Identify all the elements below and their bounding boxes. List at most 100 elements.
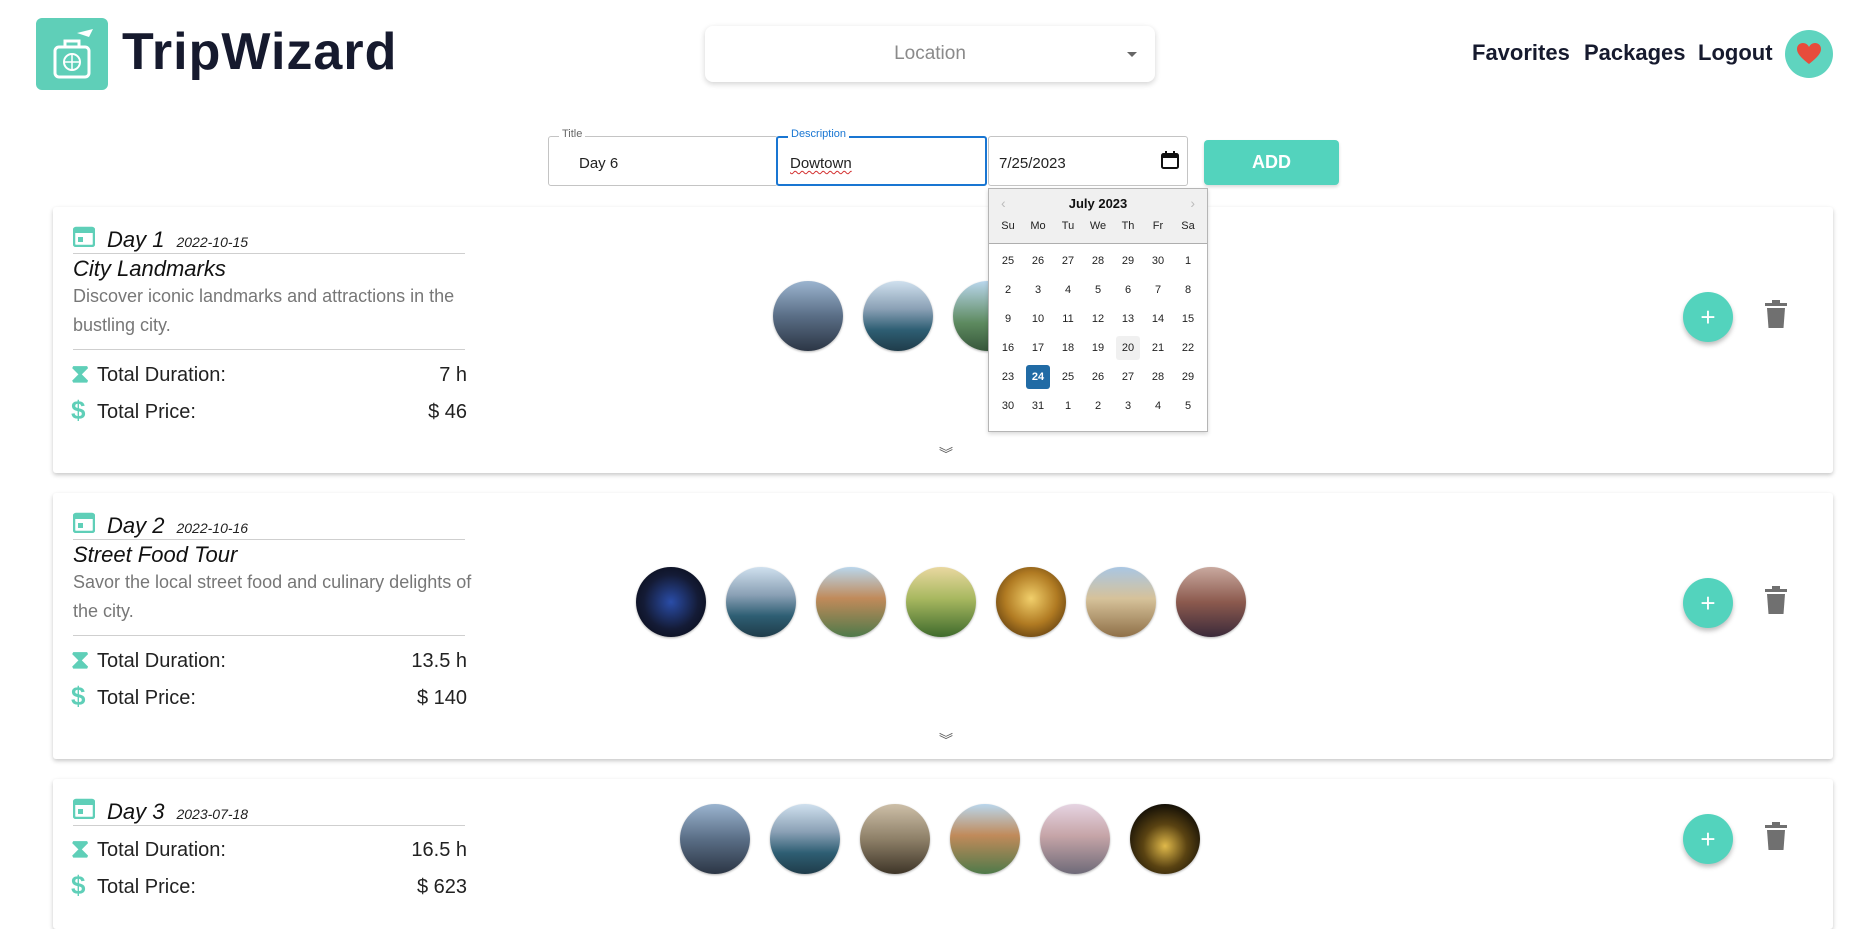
- weekday-label: Th: [1121, 220, 1135, 232]
- calendar-icon: [73, 226, 95, 247]
- title-field[interactable]: Title Day 6: [548, 128, 778, 186]
- calendar-icon[interactable]: [1161, 151, 1179, 169]
- calendar-day[interactable]: 16: [996, 336, 1020, 360]
- calendar-day[interactable]: 29: [1176, 365, 1200, 389]
- calendar-day[interactable]: 27: [1056, 249, 1080, 273]
- add-activity-button[interactable]: +: [1683, 578, 1733, 628]
- add-button[interactable]: ADD: [1204, 140, 1339, 185]
- calendar-day[interactable]: 4: [1146, 394, 1170, 418]
- calendar-day[interactable]: 1: [1176, 249, 1200, 273]
- description-field[interactable]: Description Dowtown: [776, 128, 987, 186]
- luggage-globe-icon: [53, 29, 93, 79]
- photo-thumb-skyline[interactable]: [680, 804, 750, 874]
- photo-thumb-cathedral[interactable]: [996, 567, 1066, 637]
- day-title: Day 2: [107, 513, 165, 538]
- calendar-day[interactable]: 26: [1086, 365, 1110, 389]
- calendar-day[interactable]: 27: [1116, 365, 1140, 389]
- photo-thumb-harbor[interactable]: [726, 567, 796, 637]
- photo-thumb-city[interactable]: [1040, 804, 1110, 874]
- calendar-day[interactable]: 24: [1026, 365, 1050, 389]
- calendar-day[interactable]: 23: [996, 365, 1020, 389]
- tripwizard-logo[interactable]: [36, 18, 108, 90]
- calendar-day[interactable]: 30: [996, 394, 1020, 418]
- calendar-day[interactable]: 29: [1116, 249, 1140, 273]
- calendar-day[interactable]: 1: [1056, 394, 1080, 418]
- calendar-day[interactable]: 5: [1086, 278, 1110, 302]
- calendar-day[interactable]: 4: [1056, 278, 1080, 302]
- calendar-day[interactable]: 3: [1026, 278, 1050, 302]
- photo-thumb-tower[interactable]: [950, 804, 1020, 874]
- calendar-day[interactable]: 13: [1116, 307, 1140, 331]
- photo-thumb-night[interactable]: [636, 567, 706, 637]
- photo-thumb-tower[interactable]: [816, 567, 886, 637]
- nav-logout[interactable]: Logout: [1698, 40, 1773, 66]
- nav-favorites[interactable]: Favorites: [1472, 40, 1570, 66]
- dollar-icon: $: [71, 870, 86, 900]
- calendar-day[interactable]: 2: [1086, 394, 1110, 418]
- favorites-heart-button[interactable]: [1785, 30, 1833, 78]
- title-value: Day 6: [579, 155, 619, 172]
- calendar-day[interactable]: 5: [1176, 394, 1200, 418]
- date-value: 7/25/2023: [999, 155, 1066, 172]
- calendar-day[interactable]: 17: [1026, 336, 1050, 360]
- divider: [73, 539, 465, 540]
- weekday-label: Sa: [1181, 220, 1195, 232]
- calendar-day[interactable]: 19: [1086, 336, 1110, 360]
- calendar-day[interactable]: 28: [1146, 365, 1170, 389]
- calendar-day[interactable]: 21: [1146, 336, 1170, 360]
- photo-thumb-harbor[interactable]: [863, 281, 933, 351]
- calendar-day[interactable]: 30: [1146, 249, 1170, 273]
- expand-chevron-icon[interactable]: ︾: [939, 444, 953, 464]
- calendar-day[interactable]: 12: [1086, 307, 1110, 331]
- nav-packages[interactable]: Packages: [1584, 40, 1686, 66]
- calendar-day[interactable]: 15: [1176, 307, 1200, 331]
- calendar-day[interactable]: 18: [1056, 336, 1080, 360]
- photo-strip: [680, 804, 1200, 874]
- calendar-day[interactable]: 10: [1026, 307, 1050, 331]
- divider: [73, 825, 465, 826]
- price-value: $ 140: [416, 687, 467, 709]
- calendar-day[interactable]: 6: [1116, 278, 1140, 302]
- calendar-day[interactable]: 14: [1146, 307, 1170, 331]
- photo-thumb-skyline[interactable]: [773, 281, 843, 351]
- calendar-day[interactable]: 3: [1116, 394, 1140, 418]
- photo-thumb-ruins[interactable]: [860, 804, 930, 874]
- calendar-day[interactable]: 25: [996, 249, 1020, 273]
- calendar-day[interactable]: 20: [1116, 336, 1140, 360]
- trash-icon[interactable]: [1765, 822, 1787, 850]
- photo-thumb-eiffel[interactable]: [1130, 804, 1200, 874]
- weekday-row: Su Mo Tu We Th Fr Sa: [993, 220, 1203, 232]
- calendar-day[interactable]: 9: [996, 307, 1020, 331]
- expand-chevron-icon[interactable]: ︾: [939, 730, 953, 750]
- trash-icon[interactable]: [1765, 300, 1787, 328]
- add-activity-button[interactable]: +: [1683, 292, 1733, 342]
- calendar-day[interactable]: 22: [1176, 336, 1200, 360]
- day-card-1: Day 1 2022-10-15 City Landmarks Discover…: [53, 207, 1833, 473]
- date-field[interactable]: 7/25/2023: [988, 136, 1188, 186]
- calendar-day[interactable]: 28: [1086, 249, 1110, 273]
- photo-thumb-vineyard[interactable]: [906, 567, 976, 637]
- calendar-day[interactable]: 25: [1056, 365, 1080, 389]
- duration-value: 13.5 h: [411, 650, 467, 672]
- weekday-label: Tu: [1061, 220, 1075, 232]
- add-activity-button[interactable]: +: [1683, 814, 1733, 864]
- calendar-day[interactable]: 7: [1146, 278, 1170, 302]
- title-label: Title: [559, 128, 586, 140]
- photo-thumb-market[interactable]: [1176, 567, 1246, 637]
- trash-icon[interactable]: [1765, 586, 1787, 614]
- calendar-day[interactable]: 11: [1056, 307, 1080, 331]
- date-picker-header: ‹ July 2023 › Su Mo Tu We Th Fr Sa: [989, 189, 1207, 244]
- price-label: Total Price:: [97, 401, 196, 423]
- description-label: Description: [788, 128, 850, 140]
- photo-thumb-pantheon[interactable]: [1086, 567, 1156, 637]
- location-select[interactable]: Location: [705, 26, 1155, 82]
- calendar-day[interactable]: 26: [1026, 249, 1050, 273]
- date-picker-popup: ‹ July 2023 › Su Mo Tu We Th Fr Sa 25 26 27 28 29 3…: [988, 188, 1208, 432]
- chevron-right-icon[interactable]: ›: [1190, 195, 1195, 211]
- calendar-day[interactable]: 8: [1176, 278, 1200, 302]
- calendar-icon: [73, 798, 95, 819]
- photo-thumb-harbor[interactable]: [770, 804, 840, 874]
- location-placeholder: Location: [894, 43, 966, 64]
- calendar-day[interactable]: 31: [1026, 394, 1050, 418]
- calendar-day[interactable]: 2: [996, 278, 1020, 302]
